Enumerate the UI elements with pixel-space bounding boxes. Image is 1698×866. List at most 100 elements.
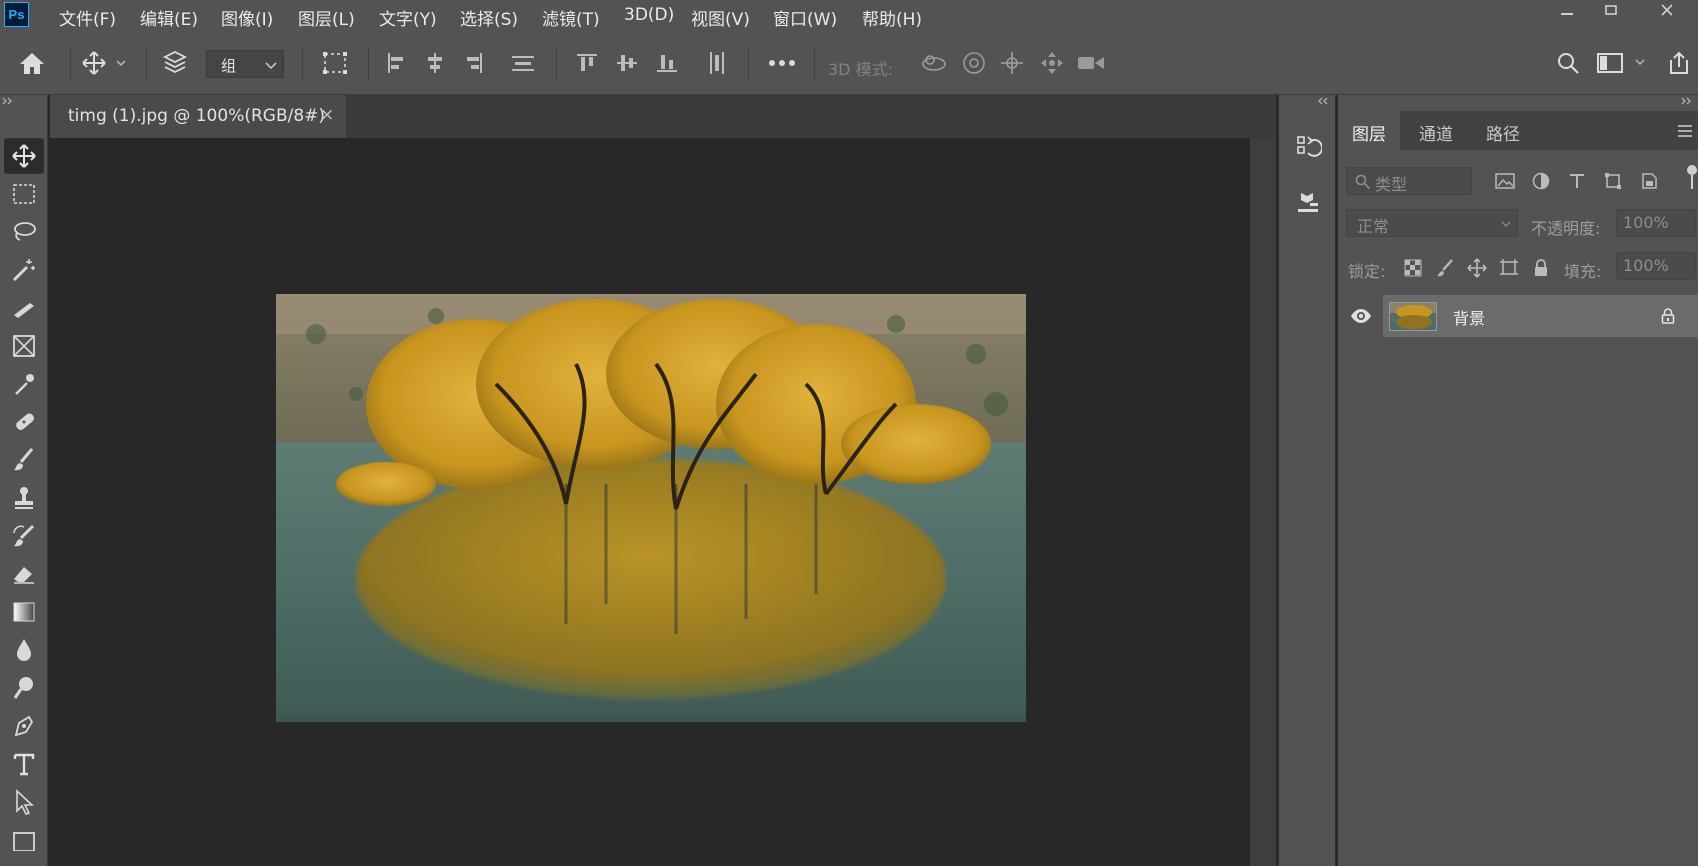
home-button[interactable] [14,47,50,79]
frame-tool[interactable] [4,328,44,364]
tab-channels[interactable]: 通道 [1405,111,1467,150]
history-panel-button[interactable] [1288,127,1328,167]
filter-type-button[interactable] [1564,168,1590,194]
move-tool[interactable] [4,138,44,174]
close-document-icon[interactable]: × [320,105,334,125]
brush-icon [14,448,34,471]
opacity-label: 不透明度: [1531,219,1601,238]
search-button[interactable] [1552,47,1584,79]
eye-icon[interactable] [1350,306,1372,326]
layers-select-icon [162,50,188,74]
opacity-input[interactable]: 100% [1616,209,1696,237]
path-selection-tool[interactable] [4,784,44,820]
type-tool[interactable] [4,746,44,782]
filter-pixel-button[interactable] [1492,168,1518,194]
menu-help[interactable]: 帮助(H) [862,5,922,30]
distribute-horizontal-button[interactable] [702,47,732,79]
gradient-tool[interactable] [4,594,44,630]
menu-window[interactable]: 窗口(W) [773,5,837,30]
3d-pan-button[interactable] [996,47,1028,79]
clone-stamp-tool[interactable] [4,480,44,516]
layer-filter-dropdown[interactable]: 类型 [1346,167,1472,195]
menu-layer[interactable]: 图层(L) [298,5,355,30]
vertical-scrollbar[interactable] [1250,138,1276,866]
rectangle-tool[interactable] [4,822,44,858]
collapse-icon[interactable] [1,97,15,105]
align-right-button[interactable] [458,47,488,79]
document-tab-bar: timg (1).jpg @ 100%(RGB/8#) × [50,95,1276,138]
eyedropper-tool[interactable] [4,366,44,402]
dodge-tool[interactable] [4,670,44,706]
document-image[interactable] [276,294,1026,722]
blend-mode-dropdown[interactable]: 正常 [1346,209,1518,237]
lock-transparent-pixels-button[interactable] [1400,255,1426,281]
transform-controls-button[interactable] [318,47,352,79]
align-bottom-button[interactable] [652,47,682,79]
3d-pan-icon [1001,52,1023,74]
auto-select-target-dropdown[interactable]: 组 [206,50,284,78]
bandage-icon [16,413,35,430]
pen-tool[interactable] [4,708,44,744]
frame-icon [13,335,35,357]
3d-cube-icon [1298,193,1318,212]
3d-orbit-icon [922,55,946,71]
menu-edit[interactable]: 编辑(E) [140,5,198,30]
expand-panels-icon[interactable] [1317,97,1331,105]
lock-all-button[interactable] [1528,255,1554,281]
history-brush-tool[interactable] [4,518,44,554]
minimize-button[interactable] [1545,0,1589,20]
auto-select-button[interactable] [158,47,192,79]
distribute-vertical-button[interactable] [508,47,538,79]
filter-adjustment-button[interactable] [1528,168,1554,194]
menu-type[interactable]: 文字(Y) [379,5,437,30]
3d-slide-button[interactable] [1036,47,1068,79]
restore-button[interactable] [1589,0,1633,20]
chevron-down-icon [1501,221,1511,227]
layer-name: 背景 [1453,309,1486,328]
menu-filter[interactable]: 滤镜(T) [542,5,600,30]
lock-image-pixels-button[interactable] [1432,255,1458,281]
move-tool-preset-button[interactable] [78,47,130,79]
tab-paths[interactable]: 路径 [1472,111,1534,150]
menu-image[interactable]: 图像(I) [221,5,273,30]
align-top-button[interactable] [572,47,602,79]
3d-orbit-button[interactable] [918,47,950,79]
cursor-arrow-icon [16,789,35,815]
filter-shape-button[interactable] [1600,168,1626,194]
lock-artboard-button[interactable] [1496,255,1522,281]
3d-panel-button[interactable] [1288,183,1328,223]
workspace-switcher-button[interactable] [1594,47,1650,79]
3d-camera-button[interactable] [1074,47,1108,79]
menu-3d[interactable]: 3D(D) [624,5,674,25]
menu-view[interactable]: 视图(V) [691,5,750,30]
3d-roll-button[interactable] [958,47,990,79]
healing-brush-tool[interactable] [4,404,44,440]
lock-position-button[interactable] [1464,255,1490,281]
crop-tool[interactable] [4,290,44,326]
close-window-button[interactable] [1645,0,1689,20]
align-middle-button[interactable] [612,47,642,79]
filter-toggle-switch[interactable] [1687,165,1697,193]
document-tab[interactable]: timg (1).jpg @ 100%(RGB/8#) × [50,95,346,138]
eraser-tool[interactable] [4,556,44,592]
transform-controls-icon [323,52,347,74]
layer-row-background[interactable]: 背景 [1383,295,1698,337]
blur-tool[interactable] [4,632,44,668]
share-button[interactable] [1664,47,1694,79]
filter-smart-object-button[interactable] [1636,168,1662,194]
align-left-button[interactable] [382,47,412,79]
tab-layers[interactable]: 图层 [1338,111,1400,150]
magic-wand-tool[interactable] [4,252,44,288]
collapse-panel-icon[interactable] [1680,97,1694,105]
more-options-button[interactable] [764,47,800,79]
menu-select[interactable]: 选择(S) [460,5,518,30]
panel-menu-icon[interactable] [1677,124,1693,138]
brush-tool[interactable] [4,442,44,478]
distribute-horizontal-icon [710,52,724,74]
align-center-button[interactable] [420,47,450,79]
menu-file[interactable]: 文件(F) [59,5,116,30]
fill-input[interactable]: 100% [1616,252,1696,280]
marquee-tool[interactable] [4,176,44,212]
move-icon [82,51,126,75]
lasso-tool[interactable] [4,214,44,250]
